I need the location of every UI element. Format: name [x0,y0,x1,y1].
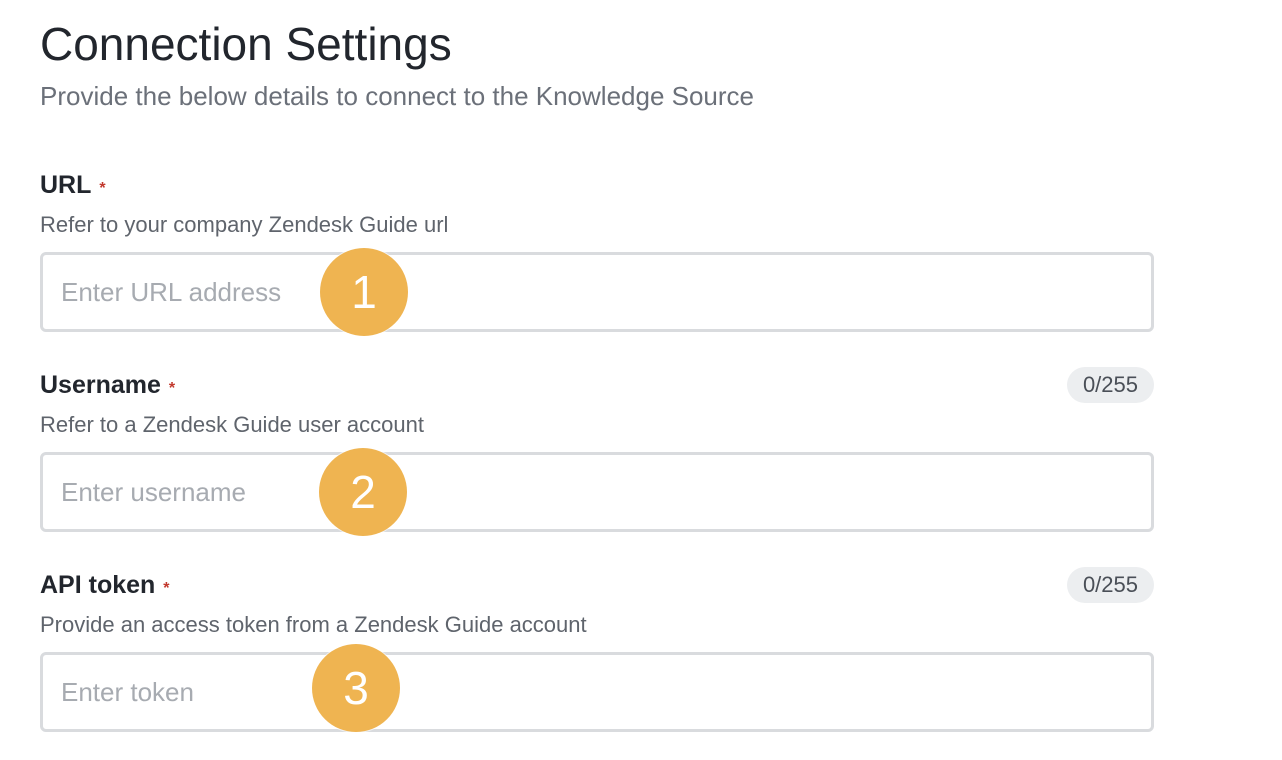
url-input[interactable] [40,252,1154,332]
url-input-wrapper: 1 [40,248,1154,336]
url-field-group: URL * Refer to your company Zendesk Guide… [40,168,1154,336]
api-token-char-counter: 0/255 [1066,567,1154,603]
url-help-text: Refer to your company Zendesk Guide url [40,212,449,237]
url-required-mark: * [99,180,106,197]
api-token-label-row: API token * 0/255 [40,567,1154,603]
api-token-help-text: Provide an access token from a Zendesk G… [40,612,587,637]
username-char-counter: 0/255 [1066,367,1154,403]
step-1-badge: 1 [320,248,408,336]
url-label: URL [40,171,92,199]
api-token-field-group: API token * 0/255 Provide an access token… [40,567,1154,732]
username-required-mark: * [168,380,176,397]
url-label-row: URL * [40,168,1154,202]
api-token-input-wrapper: 3 [40,644,1154,732]
step-2-badge: 2 [319,448,407,536]
step-3-badge: 3 [312,644,400,732]
api-token-input[interactable] [40,652,1154,732]
username-input-wrapper: 2 [40,448,1154,536]
username-field-group: Username * 0/255 Refer to a Zendesk Guide… [40,367,1154,536]
username-label: Username [40,371,161,399]
username-input[interactable] [40,452,1154,532]
page-title: Connection Settings [40,18,452,70]
page-subtitle: Provide the below details to connect to … [40,81,755,111]
api-token-label: API token [40,571,156,599]
username-label-row: Username * 0/255 [40,367,1154,403]
username-help-text: Refer to a Zendesk Guide user account [40,412,424,437]
connection-settings-page: Connection Settings Provide the below de… [0,0,1282,760]
api-token-required-mark: * [163,580,170,597]
